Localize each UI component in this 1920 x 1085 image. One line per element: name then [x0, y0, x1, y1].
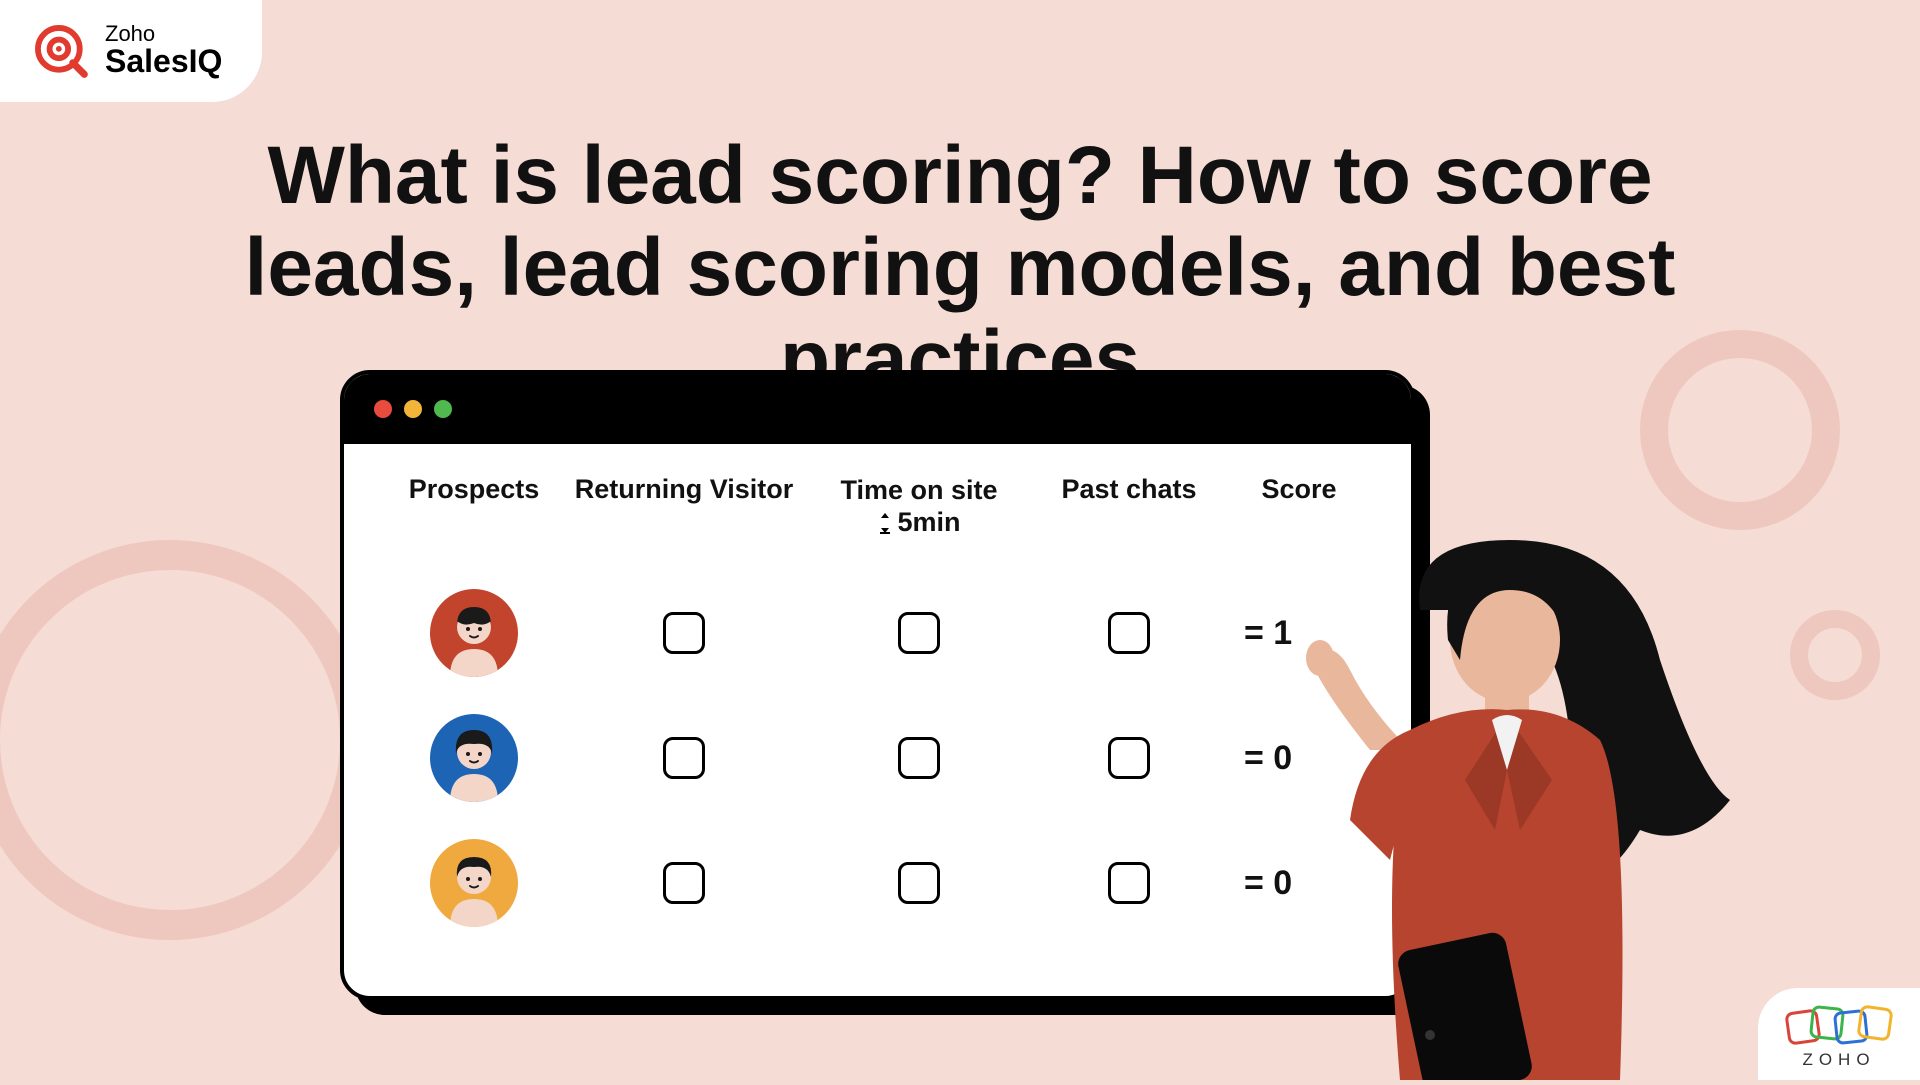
zoho-footer-text: ZOHO	[1784, 1050, 1894, 1070]
presenter-illustration	[1260, 520, 1740, 1080]
sort-icon	[877, 512, 893, 534]
col-time-threshold: 5min	[897, 506, 960, 538]
traffic-light-zoom-icon[interactable]	[434, 400, 452, 418]
col-returning: Returning Visitor	[564, 474, 804, 505]
window-titlebar	[344, 374, 1411, 444]
checkbox-chats[interactable]	[1108, 737, 1150, 779]
decorative-circle	[1790, 610, 1880, 700]
traffic-light-minimize-icon[interactable]	[404, 400, 422, 418]
table-row: = 0	[384, 821, 1371, 946]
col-time-label: Time on site	[840, 475, 997, 505]
traffic-light-close-icon[interactable]	[374, 400, 392, 418]
brand-badge: Zoho SalesIQ	[0, 0, 262, 102]
brand-name: Zoho	[105, 22, 222, 45]
checkbox-time[interactable]	[898, 862, 940, 904]
col-past-chats: Past chats	[1034, 474, 1224, 505]
product-name: SalesIQ	[105, 45, 222, 79]
col-score: Score	[1224, 474, 1374, 505]
table-row: = 1	[384, 571, 1371, 696]
zoho-logo-icon	[1784, 1002, 1894, 1048]
checkbox-chats[interactable]	[1108, 862, 1150, 904]
prospect-avatar-icon	[430, 714, 518, 802]
prospect-avatar-icon	[430, 839, 518, 927]
checkbox-returning[interactable]	[663, 612, 705, 654]
lead-table: Prospects Returning Visitor Time on site…	[344, 444, 1411, 966]
prospect-avatar-icon	[430, 589, 518, 677]
checkbox-returning[interactable]	[663, 737, 705, 779]
page-title: What is lead scoring? How to score leads…	[180, 130, 1740, 405]
app-window: Prospects Returning Visitor Time on site…	[340, 370, 1415, 1000]
decorative-circle	[0, 540, 370, 940]
checkbox-time[interactable]	[898, 612, 940, 654]
checkbox-time[interactable]	[898, 737, 940, 779]
checkbox-returning[interactable]	[663, 862, 705, 904]
table-row: = 0	[384, 696, 1371, 821]
col-prospects: Prospects	[384, 474, 564, 505]
table-header-row: Prospects Returning Visitor Time on site…	[384, 474, 1371, 541]
checkbox-chats[interactable]	[1108, 612, 1150, 654]
col-time-on-site: Time on site 5min	[804, 474, 1034, 541]
zoho-footer-badge: ZOHO	[1758, 988, 1920, 1080]
salesiq-logo-icon	[30, 20, 90, 80]
